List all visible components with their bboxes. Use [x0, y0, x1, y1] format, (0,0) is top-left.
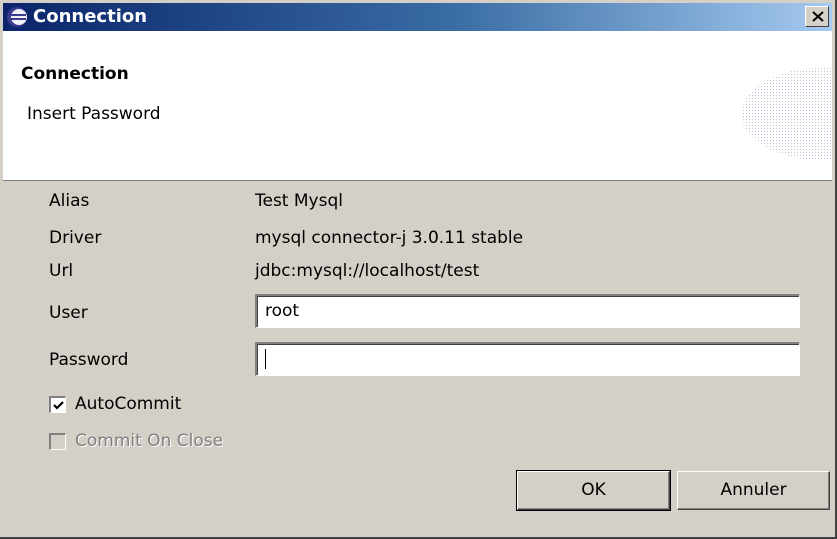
- user-input[interactable]: root: [255, 294, 800, 328]
- commit-on-close-checkbox: [49, 433, 66, 450]
- password-label: Password: [49, 350, 129, 370]
- text-caret: [265, 349, 266, 369]
- eclipse-icon: [6, 6, 28, 28]
- driver-label: Driver: [49, 228, 102, 248]
- driver-value: mysql connector-j 3.0.11 stable: [255, 228, 524, 248]
- banner-title: Connection: [21, 64, 129, 84]
- banner-decoration-icon: [742, 68, 832, 160]
- user-label: User: [49, 303, 88, 323]
- autocommit-checkbox[interactable]: [49, 396, 66, 413]
- close-button[interactable]: [805, 6, 829, 27]
- password-input[interactable]: [255, 342, 800, 376]
- banner-top: [3, 31, 832, 58]
- alias-label: Alias: [49, 191, 90, 211]
- url-value: jdbc:mysql://localhost/test: [255, 261, 480, 281]
- autocommit-label[interactable]: AutoCommit: [75, 394, 181, 414]
- connection-dialog: Connection Connection Insert Password Al…: [0, 0, 837, 539]
- ok-button[interactable]: OK: [516, 470, 671, 511]
- url-label: Url: [49, 261, 74, 281]
- title-bar[interactable]: Connection: [3, 3, 832, 31]
- close-icon: [812, 11, 824, 22]
- commit-on-close-label: Commit On Close: [75, 431, 224, 451]
- cancel-button[interactable]: Annuler: [677, 471, 830, 510]
- window-title: Connection: [33, 6, 148, 27]
- alias-value: Test Mysql: [255, 191, 343, 211]
- checkmark-icon: [53, 401, 64, 410]
- banner-message: Insert Password: [27, 104, 161, 124]
